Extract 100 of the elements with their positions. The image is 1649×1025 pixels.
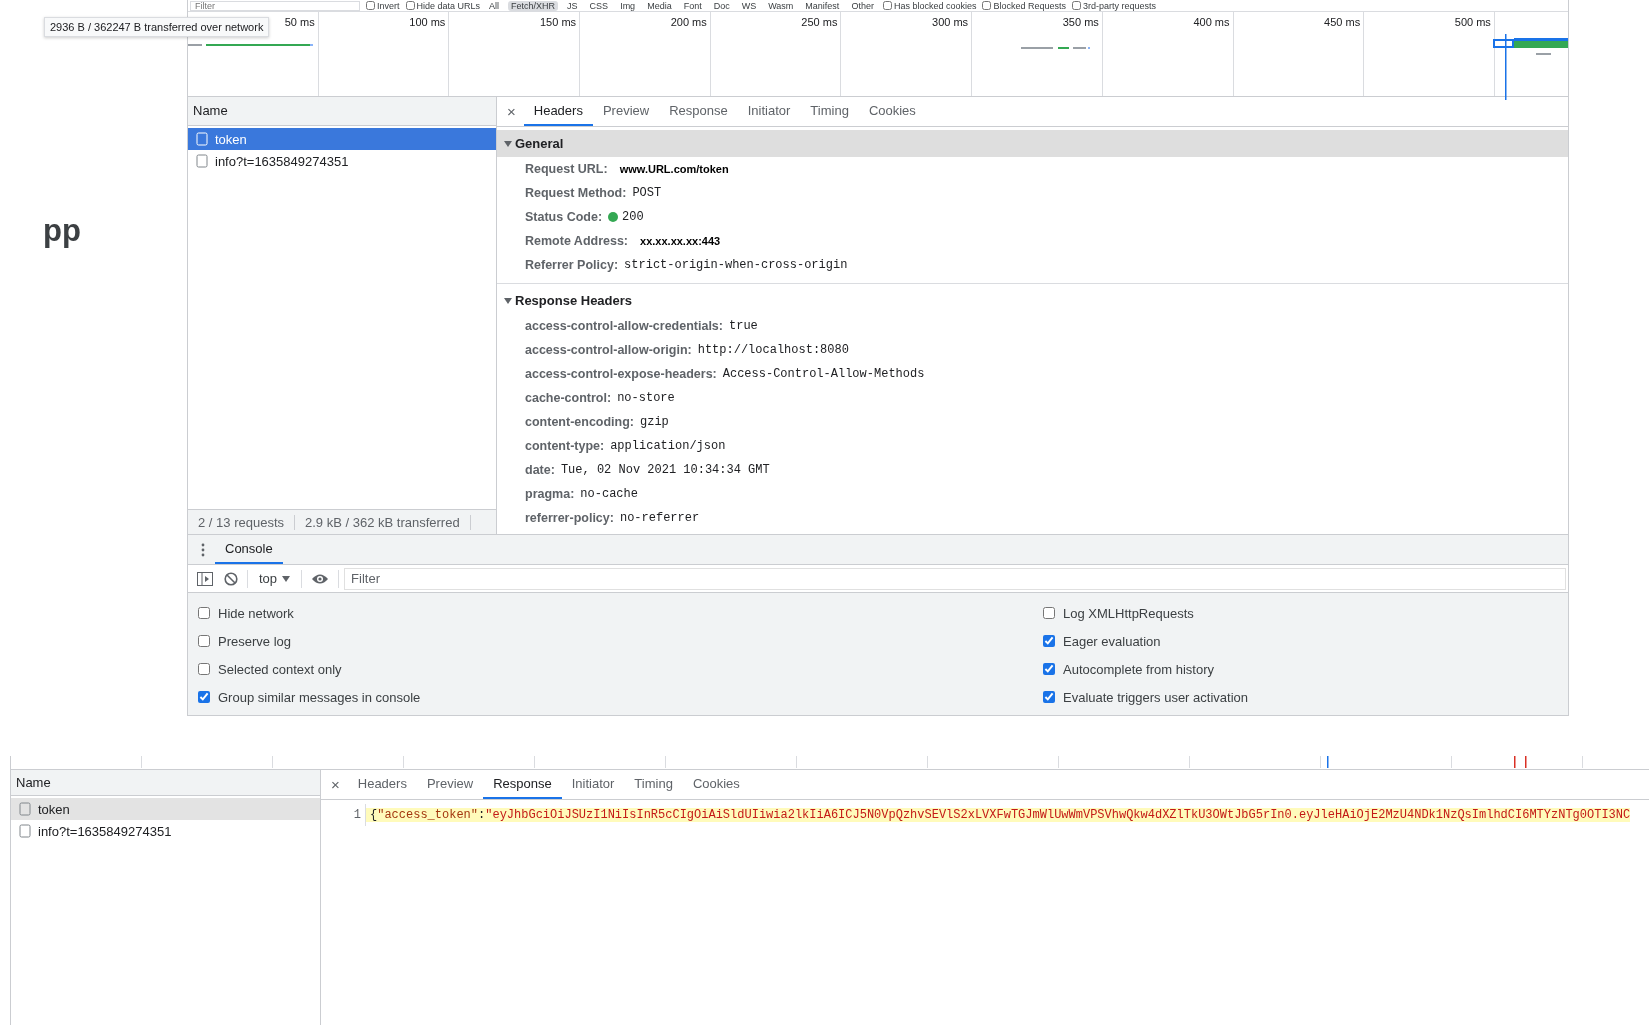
type-filter-button[interactable]: All <box>486 0 503 11</box>
page-heading: pp <box>43 213 81 249</box>
type-filter-button[interactable]: Wasm <box>765 0 797 11</box>
checkbox-label: Log XMLHttpRequests <box>1063 605 1194 621</box>
header-value: Tue, 02 Nov 2021 10:34:34 GMT <box>560 463 771 477</box>
type-filter-button[interactable]: WS <box>738 0 760 11</box>
request-row[interactable]: info?t=1635849274351 <box>188 150 496 172</box>
tab[interactable]: Cookies <box>682 770 750 799</box>
header-value: 200 <box>622 210 645 224</box>
request-name: info?t=1635849274351 <box>38 823 172 839</box>
checkbox-label: Invert <box>377 0 400 11</box>
request-row[interactable]: token <box>11 798 320 820</box>
status-dot <box>608 212 619 222</box>
tab[interactable]: Response <box>483 770 562 799</box>
caret-icon <box>504 296 512 305</box>
close-button[interactable]: × <box>321 770 348 799</box>
close-button[interactable]: × <box>497 97 524 126</box>
header-value: no-store <box>617 391 676 405</box>
type-filter-button[interactable]: Doc <box>710 0 733 11</box>
checkbox[interactable] <box>1043 663 1055 675</box>
caret-icon <box>282 575 291 582</box>
tick-label: 350 ms <box>1062 16 1099 28</box>
header-value: no-referrer <box>619 511 701 525</box>
tick-label: 50 ms <box>284 16 315 28</box>
checkbox[interactable] <box>1043 607 1055 619</box>
checkbox-label: 3rd-party requests <box>1083 0 1157 11</box>
checkbox[interactable] <box>366 1 375 10</box>
tab[interactable]: Response <box>659 97 738 126</box>
header-name: Remote Address: <box>525 234 629 248</box>
header-name: cache-control: <box>525 391 612 405</box>
request-row[interactable]: info?t=1635849274351 <box>11 820 320 842</box>
tooltip: 2936 B / 362247 B transferred over network <box>44 17 270 37</box>
tick-label: 200 ms <box>670 16 707 28</box>
type-filter-button[interactable]: Media <box>644 0 675 11</box>
header-name: Request Method: <box>525 186 627 200</box>
checkbox[interactable] <box>198 663 210 675</box>
header-name: access-control-allow-origin: <box>525 343 692 357</box>
tab[interactable]: Headers <box>347 770 417 799</box>
tick-label: 400 ms <box>1193 16 1230 28</box>
checkbox[interactable] <box>1043 635 1055 647</box>
context-dropdown[interactable]: top <box>253 569 297 588</box>
tick-label: 100 ms <box>409 16 446 28</box>
tab[interactable]: Initiator <box>737 97 801 126</box>
section-header[interactable]: General <box>497 130 1568 157</box>
header-name: Status Code: <box>525 210 603 224</box>
type-filter-button[interactable]: Img <box>617 0 639 11</box>
filter-field[interactable]: Filter <box>344 567 1566 590</box>
checkbox-label: Hide network <box>218 605 294 621</box>
header-name: access-control-allow-credentials: <box>525 319 723 333</box>
header-value: POST <box>632 186 663 200</box>
checkbox[interactable] <box>405 1 415 10</box>
header-value: http://localhost:8080 <box>697 343 850 357</box>
checkbox[interactable] <box>1043 691 1055 703</box>
request-row[interactable]: token <box>188 128 496 150</box>
checkbox[interactable] <box>882 1 892 10</box>
request-name: info?t=1635849274351 <box>215 153 349 169</box>
header-name: content-encoding: <box>525 415 634 429</box>
tab[interactable]: Headers <box>523 97 593 126</box>
type-filter-button[interactable]: Other <box>848 0 877 11</box>
tab[interactable]: Cookies <box>858 97 926 126</box>
tab[interactable]: Preview <box>592 97 660 126</box>
checkbox[interactable] <box>198 691 210 703</box>
type-filter-button[interactable]: Font <box>680 0 705 11</box>
more-icon <box>201 542 205 557</box>
checkbox-label: Group similar messages in console <box>218 689 421 705</box>
checkbox[interactable] <box>198 635 210 647</box>
section-header[interactable]: Response Headers <box>497 287 1568 314</box>
type-filter-button[interactable]: JS <box>564 0 581 11</box>
request-name: token <box>38 801 70 817</box>
header-name: referrer-policy: <box>525 511 614 525</box>
checkbox[interactable] <box>198 607 210 619</box>
document-icon <box>19 824 31 838</box>
column-header[interactable]: Name <box>11 770 320 796</box>
checkbox-label: Preserve log <box>218 633 291 649</box>
status-text: 2 / 13 requests <box>188 514 295 530</box>
document-icon <box>19 802 31 816</box>
type-filter-button[interactable]: CSS <box>586 0 612 11</box>
tab[interactable]: Preview <box>416 770 484 799</box>
checkbox[interactable] <box>982 1 992 10</box>
header-name: access-control-expose-headers: <box>525 367 717 381</box>
tab[interactable]: Timing <box>624 770 683 799</box>
checkbox-label: Selected context only <box>218 661 342 677</box>
type-filter-button[interactable]: Fetch/XHR <box>508 0 559 11</box>
tab[interactable]: Initiator <box>561 770 625 799</box>
type-filter-button[interactable]: Manifest <box>802 0 843 11</box>
status-text: 2.9 kB / 362 kB transferred <box>295 514 471 530</box>
header-value: application/json <box>610 439 727 453</box>
header-value: xx.xx.xx.xx:443 <box>640 235 721 247</box>
tab[interactable]: Timing <box>800 97 859 126</box>
tab[interactable]: Console <box>215 535 283 564</box>
checkbox-label: Evaluate triggers user activation <box>1063 689 1248 705</box>
header-value: strict-origin-when-cross-origin <box>624 258 849 272</box>
column-header[interactable]: Name <box>188 97 496 126</box>
checkbox-label: Autocomplete from history <box>1063 661 1214 677</box>
header-value: no-cache <box>580 487 639 501</box>
checkbox[interactable] <box>1072 1 1081 10</box>
tick-label: 300 ms <box>932 16 969 28</box>
filter-field[interactable]: Filter <box>190 0 360 11</box>
checkbox-label: Eager evaluation <box>1063 633 1161 649</box>
time-marker-line <box>1505 34 1507 100</box>
